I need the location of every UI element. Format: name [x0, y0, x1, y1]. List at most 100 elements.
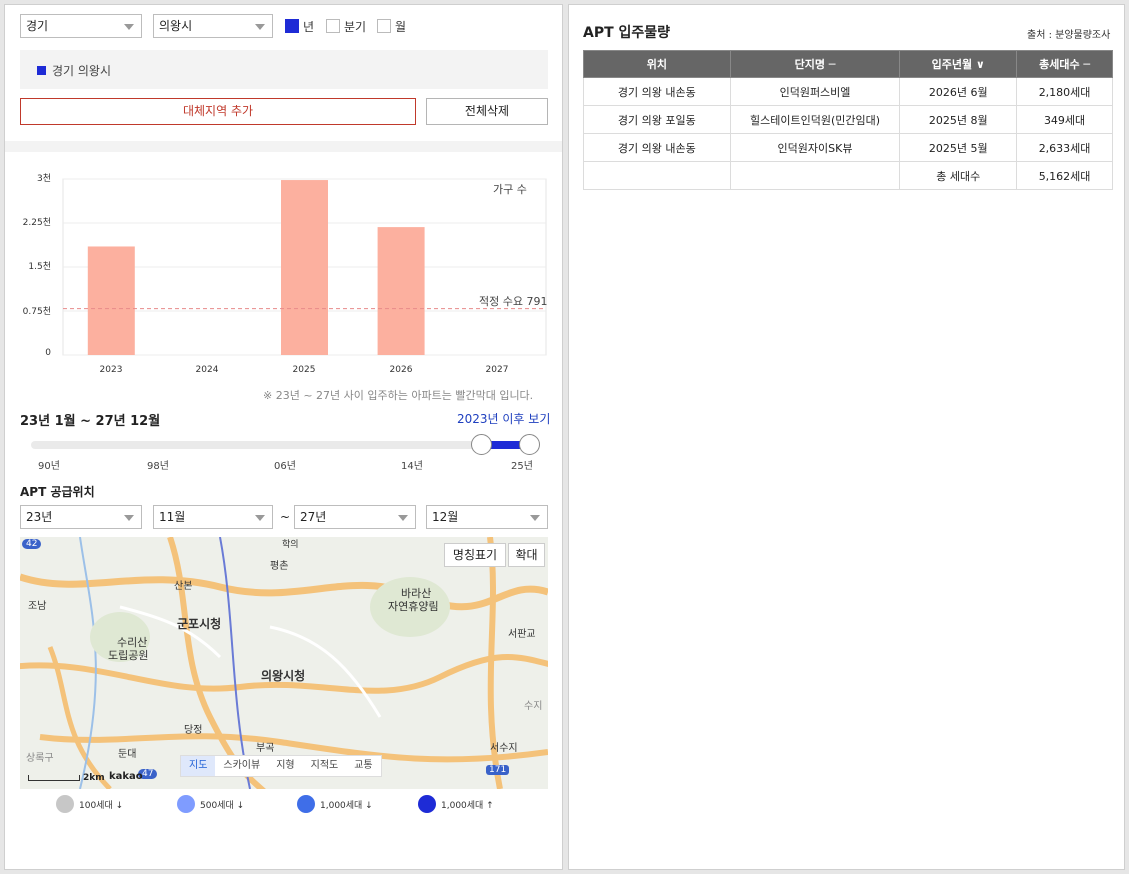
city-select[interactable]: 의왕시	[153, 14, 273, 38]
map-zoom-button[interactable]: 확대	[508, 543, 545, 567]
province-select[interactable]: 경기	[20, 14, 142, 38]
from-year-select[interactable]: 23년	[20, 505, 142, 529]
checkbox-quarter[interactable]	[326, 19, 340, 33]
chart-note: ※ 23년 ~ 27년 사이 입주하는 아파트는 빨간막대 입니다.	[263, 389, 534, 402]
map-pin-icon	[177, 795, 195, 813]
checkbox-quarter-label: 분기	[344, 20, 367, 34]
range-tick: 25년	[511, 461, 533, 472]
col-location[interactable]: 위치	[583, 50, 731, 78]
to-month-value: 12월	[432, 510, 459, 524]
table-row[interactable]: 경기 의왕 내손동 인덕원자이SK뷰 2025년 5월 2,633세대	[583, 133, 1113, 162]
range-tick: 06년	[274, 461, 296, 472]
range-slider-start-handle[interactable]	[471, 434, 492, 455]
map-label: 수지	[524, 701, 543, 712]
table-header-row: 위치 단지명 ─ 입주년월 ∨ 총세대수 ─	[583, 50, 1113, 78]
total-label: 총 세대수	[899, 161, 1018, 190]
checkbox-year[interactable]	[285, 19, 299, 33]
chart-legend-label: 가구 수	[493, 183, 527, 196]
y-tick-label: 0.75천	[22, 307, 51, 317]
col-total-units[interactable]: 총세대수 ─	[1016, 50, 1113, 78]
from-month-value: 11월	[159, 510, 186, 524]
x-tick-label: 2023	[99, 365, 123, 375]
section-divider	[5, 141, 562, 152]
y-tick-label: 2.25천	[22, 218, 51, 228]
road-badge: 42	[22, 539, 42, 549]
legend-label: 1,000세대 ↑	[441, 800, 494, 811]
chart-bar[interactable]	[281, 180, 328, 355]
checkbox-month-label: 월	[395, 20, 407, 34]
cell-complex-name: 인덕원퍼스비엘	[729, 77, 901, 106]
map-label: 상록구	[26, 753, 54, 764]
selected-region-label[interactable]: 경기 의왕시	[52, 62, 111, 79]
map-label: 산본	[174, 581, 193, 592]
map-label: 도립공원	[108, 649, 149, 662]
col-complex-name[interactable]: 단지명 ─	[729, 50, 901, 78]
road-badge: 171	[486, 765, 510, 775]
cell-total-units: 2,180세대	[1016, 77, 1113, 106]
chevron-down-icon	[398, 515, 408, 521]
range-slider-track[interactable]	[31, 441, 539, 449]
chevron-down-icon	[124, 24, 134, 30]
map-scale-label: 2km	[83, 773, 105, 783]
cell-location: 경기 의왕 내손동	[583, 77, 731, 106]
city-select-value: 의왕시	[159, 19, 193, 33]
map-label: 자연휴양림	[388, 600, 439, 613]
col-move-in-date[interactable]: 입주년월 ∨	[899, 50, 1018, 78]
from-year-value: 23년	[26, 510, 53, 524]
add-region-button[interactable]: 대체지역 추가	[20, 98, 416, 125]
total-value: 5,162세대	[1016, 161, 1113, 190]
table-total-row: 총 세대수 5,162세대	[583, 161, 1113, 190]
view-after-link[interactable]: 2023년 이후 보기	[457, 410, 550, 427]
map-tab-skyview[interactable]: 스카이뷰	[215, 756, 268, 776]
province-select-value: 경기	[26, 19, 49, 33]
map-tab-cadastral[interactable]: 지적도	[303, 756, 347, 776]
map-tab-map[interactable]: 지도	[181, 756, 216, 776]
map-tab-traffic[interactable]: 교통	[346, 756, 380, 776]
to-year-select[interactable]: 27년	[294, 505, 416, 529]
range-tick: 14년	[401, 461, 423, 472]
cell-total-units: 349세대	[1016, 105, 1113, 134]
cell-move-in-date: 2026년 6월	[899, 77, 1018, 106]
cell-move-in-date: 2025년 8월	[899, 105, 1018, 134]
legend-label: 100세대 ↓	[79, 800, 124, 811]
delete-all-button[interactable]: 전체삭제	[426, 98, 548, 125]
cell-empty	[729, 161, 901, 190]
apt-supply-title: APT 입주물량	[583, 25, 671, 41]
map-names-toggle-button[interactable]: 명칭표기	[444, 543, 506, 567]
chevron-down-icon	[530, 515, 540, 521]
chevron-down-icon	[255, 24, 265, 30]
legend-1000-above: 1,000세대 ↑	[418, 795, 494, 813]
cell-move-in-date: 2025년 5월	[899, 133, 1018, 162]
map-label: 의왕시청	[261, 669, 306, 683]
selected-region-box: 경기 의왕시	[20, 50, 548, 89]
x-tick-label: 2024	[195, 365, 219, 375]
checkbox-month[interactable]	[377, 19, 391, 33]
table-row[interactable]: 경기 의왕 내손동 인덕원퍼스비엘 2026년 6월 2,180세대	[583, 77, 1113, 106]
range-slider-end-handle[interactable]	[519, 434, 540, 455]
right-panel: APT 입주물량 출처 : 분양물량조사 위치 단지명 ─ 입주년월 ∨ 총세대…	[568, 4, 1125, 870]
cell-complex-name: 인덕원자이SK뷰	[729, 133, 901, 162]
map-pin-icon	[297, 795, 315, 813]
y-tick-label: 1.5천	[28, 262, 51, 272]
map-tab-terrain[interactable]: 지형	[268, 756, 302, 776]
map-view[interactable]: 명칭표기 확대 군포시청 의왕시청 수리산 도립공원 바라산 자연휴양림 산본 …	[20, 537, 548, 789]
y-tick-label: 3천	[36, 174, 51, 184]
map-pin-icon	[418, 795, 436, 813]
kakao-logo: kakao	[109, 771, 143, 782]
chart-bar[interactable]	[87, 246, 135, 355]
from-month-select[interactable]: 11월	[153, 505, 273, 529]
region-color-swatch	[37, 66, 46, 75]
legend-500: 500세대 ↓	[177, 795, 244, 813]
chart-bar[interactable]	[377, 227, 425, 355]
legend-1000-below: 1,000세대 ↓	[297, 795, 373, 813]
table-row[interactable]: 경기 의왕 포일동 힐스테이트인덕원(민간임대) 2025년 8월 349세대	[583, 105, 1113, 134]
map-label: 조남	[28, 601, 47, 612]
map-label: 서판교	[508, 629, 536, 640]
legend-label: 1,000세대 ↓	[320, 800, 373, 811]
x-tick-label: 2026	[389, 365, 413, 375]
range-label: 23년 1월 ~ 27년 12월	[20, 414, 161, 429]
map-scale-bar	[28, 775, 80, 781]
x-tick-label: 2027	[485, 365, 509, 375]
range-tick: 98년	[147, 461, 169, 472]
to-month-select[interactable]: 12월	[426, 505, 548, 529]
